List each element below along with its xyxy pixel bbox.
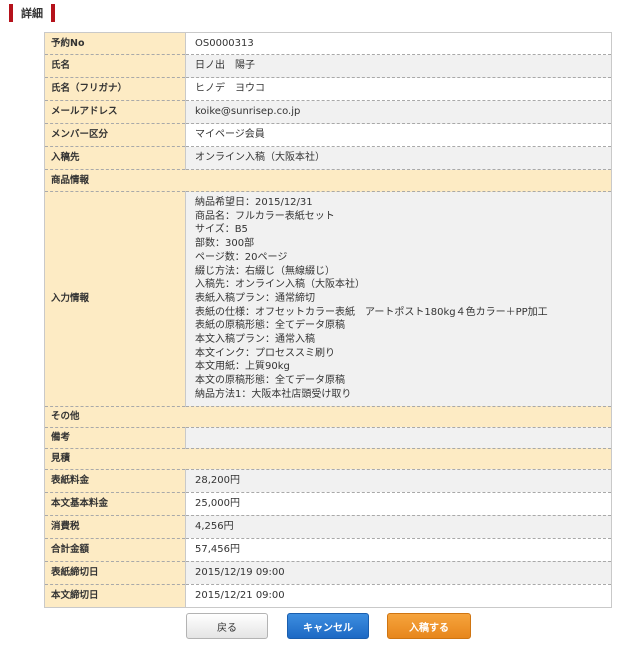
value-cover-fee: 28,200円 (185, 468, 612, 493)
label-cover-deadline: 表紙締切日 (44, 560, 186, 585)
section-heading: 詳細 (9, 2, 55, 24)
row-section-estimate: 見積 (44, 447, 612, 470)
row-section-other: その他 (44, 405, 612, 428)
value-name: 日ノ出 陽子 (185, 54, 612, 78)
input-info-line: 本文入稿プラン：通常入稿 (195, 334, 315, 346)
input-info-line: 表紙の原稿形態：全てデータ原稿 (195, 320, 345, 332)
row-member-type: メンバー区分 マイページ会員 (44, 123, 612, 147)
row-reservation-no: 予約No OS0000313 (44, 32, 612, 55)
input-info-line: 商品名：フルカラー表紙セット (195, 210, 335, 222)
input-info-line: 入稿先：オンライン入稿（大阪本社） (195, 279, 365, 291)
value-input-info: 納品希望日：2015/12/31 商品名：フルカラー表紙セット サイズ：B5 部… (185, 191, 612, 407)
label-input-info: 入力情報 (44, 191, 186, 407)
detail-table: 予約No OS0000313 氏名 日ノ出 陽子 氏名（フリガナ） ヒノデ ヨウ… (44, 32, 612, 608)
label-total: 合計金額 (44, 537, 186, 562)
row-cover-fee: 表紙料金 28,200円 (44, 468, 612, 493)
input-info-line: 綴じ方法：右綴じ（無線綴じ） (195, 265, 335, 277)
label-email: メールアドレス (44, 100, 186, 124)
section-product-label: 商品情報 (44, 169, 612, 192)
label-reservation-no: 予約No (44, 32, 186, 55)
value-member-type: マイページ会員 (185, 123, 612, 147)
row-section-product: 商品情報 (44, 169, 612, 192)
value-total: 57,456円 (185, 537, 612, 562)
input-info-line: 部数：300部 (195, 238, 255, 250)
label-body-deadline: 本文締切日 (44, 583, 186, 608)
row-body-base-fee: 本文基本料金 25,000円 (44, 491, 612, 516)
label-name: 氏名 (44, 54, 186, 78)
value-body-deadline: 2015/12/21 09:00 (185, 583, 612, 608)
value-cover-deadline: 2015/12/19 09:00 (185, 560, 612, 585)
label-submission-destination: 入稿先 (44, 146, 186, 170)
section-other-label: その他 (44, 405, 612, 428)
label-member-type: メンバー区分 (44, 123, 186, 147)
label-body-base-fee: 本文基本料金 (44, 491, 186, 516)
input-info-line: 本文用紙：上質90kg (195, 361, 290, 373)
value-body-base-fee: 25,000円 (185, 491, 612, 516)
row-remarks: 備考 (44, 426, 612, 449)
input-info-line: サイズ：B5 (195, 224, 248, 236)
input-info-line: 納品希望日：2015/12/31 (195, 197, 313, 208)
row-email: メールアドレス koike@sunrisep.co.jp (44, 100, 612, 124)
label-consumption-tax: 消費税 (44, 514, 186, 539)
submit-button[interactable]: 入稿する (387, 613, 471, 639)
back-button[interactable]: 戻る (186, 613, 268, 639)
row-input-info: 入力情報 納品希望日：2015/12/31 商品名：フルカラー表紙セット サイズ… (44, 191, 612, 407)
row-submission-destination: 入稿先 オンライン入稿（大阪本社） (44, 146, 612, 170)
row-total: 合計金額 57,456円 (44, 537, 612, 562)
section-estimate-label: 見積 (44, 447, 612, 470)
cancel-button[interactable]: キャンセル (287, 613, 369, 639)
value-reservation-no: OS0000313 (185, 32, 612, 55)
row-name: 氏名 日ノ出 陽子 (44, 54, 612, 78)
row-consumption-tax: 消費税 4,256円 (44, 514, 612, 539)
row-cover-deadline: 表紙締切日 2015/12/19 09:00 (44, 560, 612, 585)
input-info-line: ページ数：20ページ (195, 251, 288, 263)
label-cover-fee: 表紙料金 (44, 468, 186, 493)
value-name-kana: ヒノデ ヨウコ (185, 77, 612, 101)
input-info-line: 本文の原稿形態：全てデータ原稿 (195, 375, 345, 387)
heading-bar-right (51, 4, 55, 22)
input-info-line: 表紙入稿プラン：通常締切 (195, 292, 315, 304)
value-submission-destination: オンライン入稿（大阪本社） (185, 146, 612, 170)
label-remarks: 備考 (44, 426, 186, 449)
label-name-kana: 氏名（フリガナ） (44, 77, 186, 101)
value-consumption-tax: 4,256円 (185, 514, 612, 539)
row-name-kana: 氏名（フリガナ） ヒノデ ヨウコ (44, 77, 612, 101)
input-info-line: 納品方法1：大阪本社店頭受け取り (195, 388, 352, 400)
value-remarks (185, 426, 612, 449)
input-info-line: 本文インク：プロセススミ刷り (195, 347, 335, 359)
row-body-deadline: 本文締切日 2015/12/21 09:00 (44, 583, 612, 608)
heading-title: 詳細 (21, 7, 43, 20)
input-info-line: 表紙の仕様：オフセットカラー表紙 アートポスト180kg４色カラー＋PP加工 (195, 306, 548, 318)
value-email: koike@sunrisep.co.jp (185, 100, 612, 124)
